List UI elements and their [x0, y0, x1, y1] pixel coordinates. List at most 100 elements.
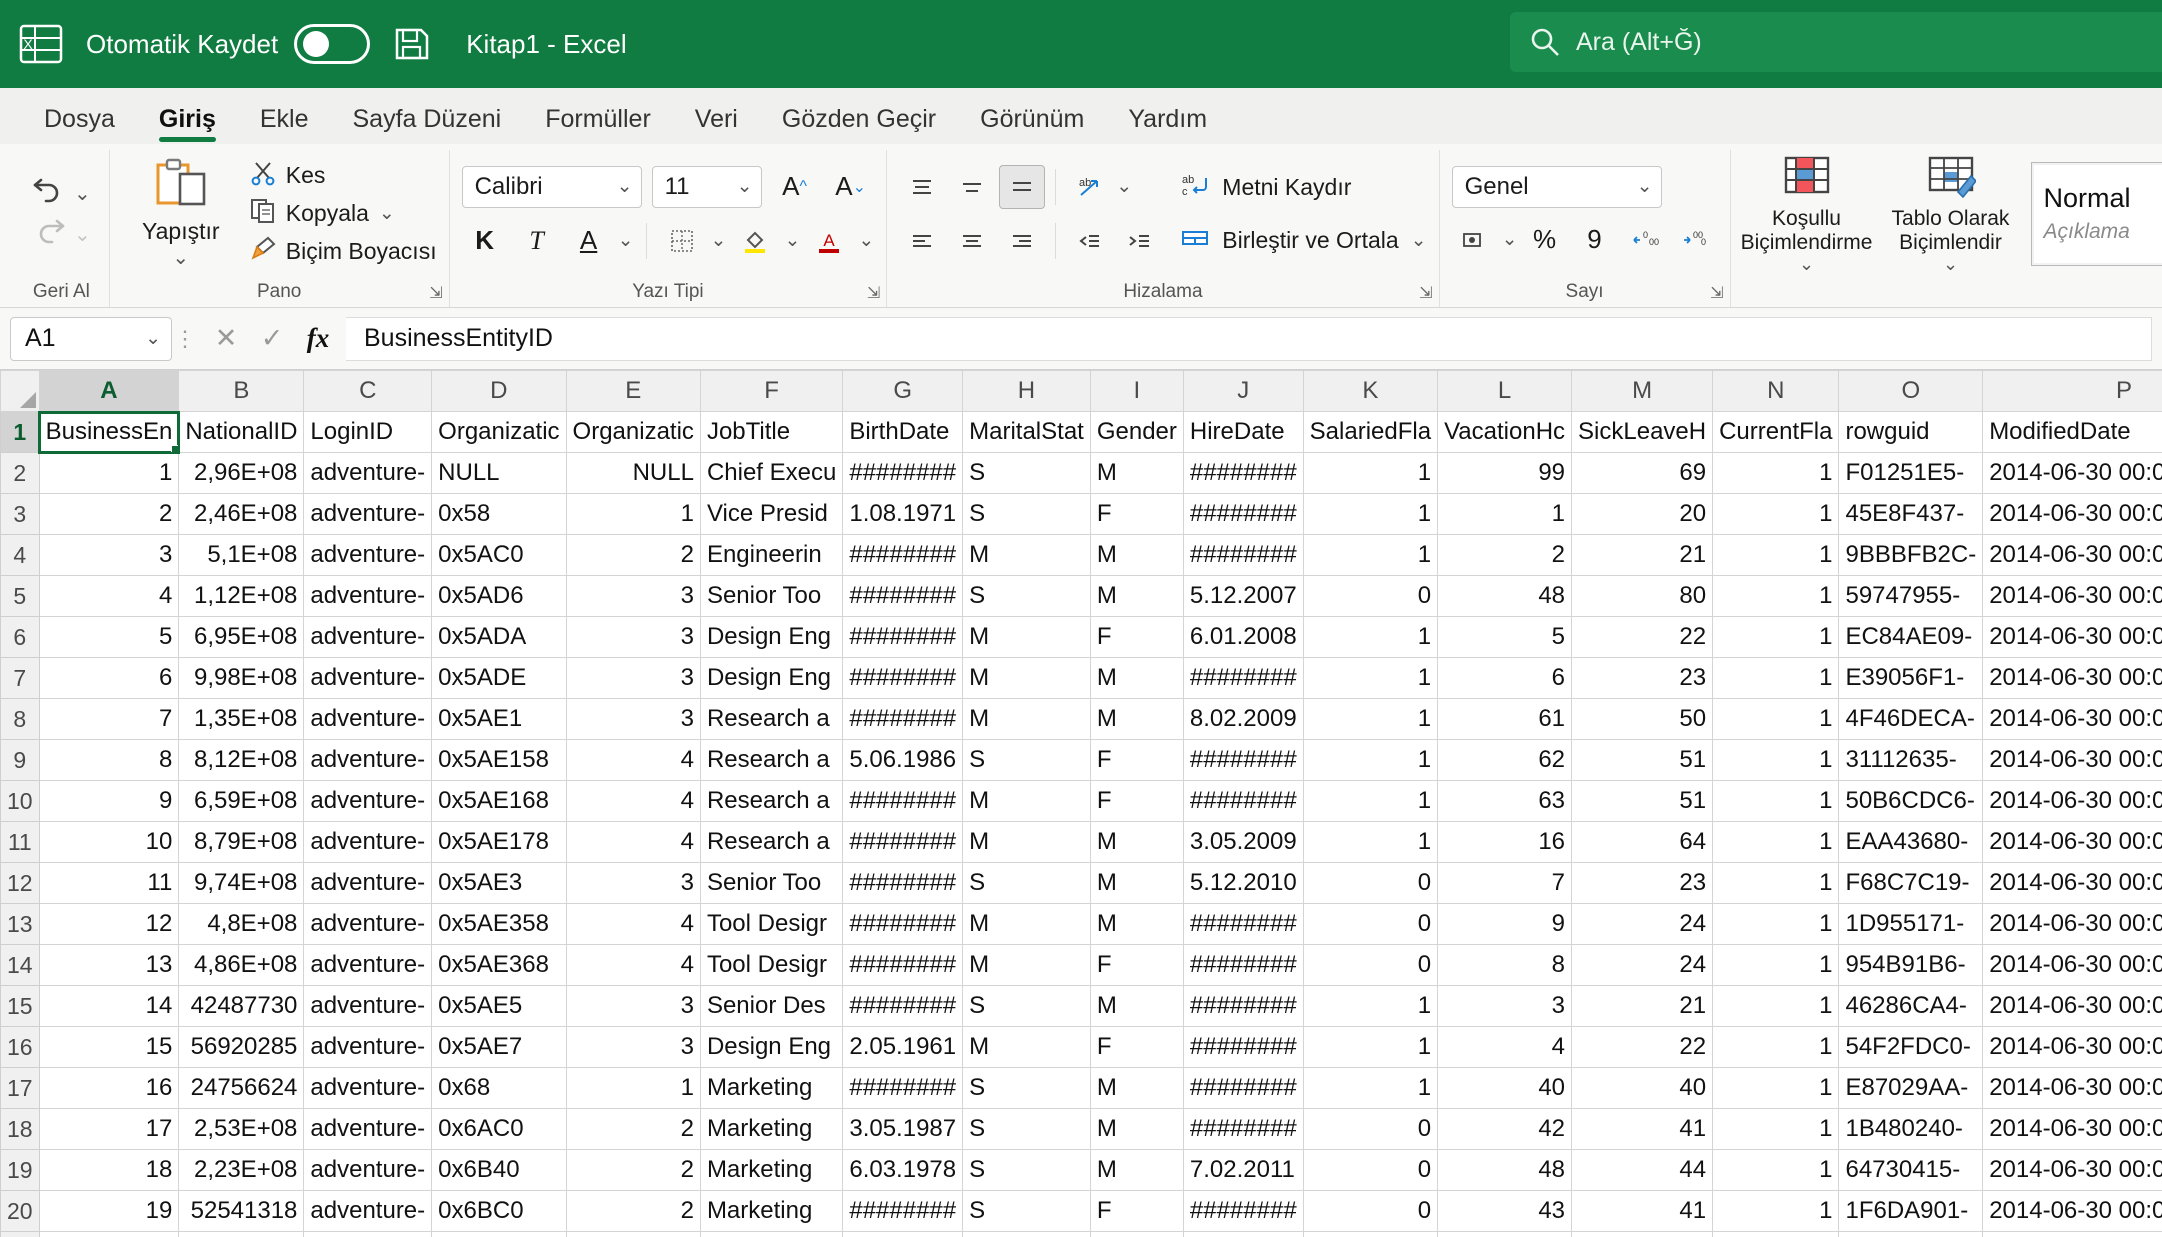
row-header-2[interactable]: 2 [0, 452, 40, 494]
undo-icon[interactable] [32, 176, 66, 211]
underline-button[interactable]: A [566, 219, 612, 263]
header-cell[interactable]: VacationHc [1437, 411, 1573, 453]
data-cell[interactable]: 15 [38, 1026, 180, 1068]
orientation-dropdown-icon[interactable]: ⌄ [1116, 175, 1132, 198]
italic-button[interactable]: T [514, 219, 560, 263]
data-cell[interactable]: 1,12E+08 [178, 575, 305, 617]
data-cell[interactable]: 19 [38, 1190, 180, 1232]
data-cell[interactable]: S [962, 862, 1091, 904]
header-cell[interactable]: NationalID [178, 411, 305, 453]
data-cell[interactable]: 9BBBFB2C- [1838, 534, 1984, 576]
data-cell[interactable]: Marketing [699, 1108, 844, 1150]
accounting-dropdown-icon[interactable]: ⌄ [1502, 228, 1518, 251]
data-cell[interactable]: 2014-06-30 00:00:00.000 [1982, 944, 2162, 986]
data-cell[interactable]: 5.12.2010 [1182, 862, 1304, 904]
data-cell[interactable]: 1 [1302, 452, 1439, 494]
data-cell[interactable]: Research a [699, 821, 844, 863]
data-cell[interactable]: 1 [1302, 821, 1439, 863]
align-middle-button[interactable] [949, 165, 995, 209]
copy-button[interactable]: Kopyala ⌄ [250, 198, 437, 230]
data-cell[interactable]: 2014-06-30 00:00:00.000 [1982, 1108, 2162, 1150]
data-cell[interactable]: 0x68 [431, 1067, 567, 1109]
data-cell[interactable]: M [1089, 1067, 1184, 1109]
data-cell[interactable]: 10 [38, 821, 180, 863]
data-cell[interactable]: 0 [1302, 944, 1439, 986]
table-row[interactable]: 18 17 2,53E+08 adventure- 0x6AC0 2 Marketing 3.… [0, 1108, 2162, 1150]
data-cell[interactable]: 1 [1712, 452, 1840, 494]
data-cell[interactable]: 4 [565, 821, 701, 863]
data-cell[interactable]: adventure- [303, 657, 433, 699]
data-cell[interactable]: Senior Too [699, 575, 844, 617]
data-cell[interactable]: Design Eng [699, 1026, 844, 1068]
data-cell[interactable]: 2014-06-30 00:00:00.000 [1982, 534, 2162, 576]
data-cell[interactable]: Research a [699, 698, 844, 740]
data-cell[interactable]: ######## [842, 903, 964, 945]
row-header-4[interactable]: 4 [0, 534, 40, 576]
table-row[interactable]: 16 15 56920285 adventure- 0x5AE7 3 Design Eng 2… [0, 1026, 2162, 1068]
data-cell[interactable]: Design Eng [699, 616, 844, 658]
data-cell[interactable]: 1 [1302, 780, 1439, 822]
data-cell[interactable]: adventure- [303, 903, 433, 945]
data-cell[interactable]: M [962, 944, 1091, 986]
confirm-entry-icon[interactable]: ✓ [254, 323, 290, 354]
data-cell[interactable]: 0 [1302, 903, 1439, 945]
data-cell[interactable]: 3,23E+08 [178, 1231, 305, 1237]
data-cell[interactable]: 6 [38, 657, 180, 699]
data-cell[interactable]: ######## [1182, 985, 1304, 1027]
row-header-14[interactable]: 14 [0, 944, 40, 986]
data-cell[interactable]: adventure- [303, 452, 433, 494]
data-cell[interactable]: 1 [1712, 821, 1840, 863]
data-cell[interactable]: adventure- [303, 862, 433, 904]
data-cell[interactable]: 1.08.1971 [842, 493, 964, 535]
data-cell[interactable]: 8,79E+08 [178, 821, 305, 863]
row-header-12[interactable]: 12 [0, 862, 40, 904]
font-color-dropdown-icon[interactable]: ⌄ [858, 229, 874, 252]
table-row[interactable]: 10 9 6,59E+08 adventure- 0x5AE168 4 Research a… [0, 780, 2162, 822]
data-cell[interactable]: M [962, 698, 1091, 740]
data-cell[interactable]: 62 [1437, 739, 1573, 781]
font-size-combo[interactable]: 11 ⌄ [651, 165, 762, 208]
orientation-button[interactable]: ab [1066, 165, 1112, 209]
data-cell[interactable]: S [962, 1067, 1091, 1109]
row-header-19[interactable]: 19 [0, 1149, 40, 1191]
cell-style-normal[interactable]: Normal Açıklama [2030, 161, 2162, 266]
data-cell[interactable]: 8.02.2009 [1182, 698, 1304, 740]
row-header-9[interactable]: 9 [0, 739, 40, 781]
data-cell[interactable]: 1F6DA901- [1838, 1190, 1984, 1232]
data-cell[interactable]: M [962, 534, 1091, 576]
data-cell[interactable]: 0 [1302, 1231, 1439, 1237]
data-cell[interactable]: 1 [1712, 1067, 1840, 1109]
data-cell[interactable]: adventure- [303, 575, 433, 617]
row-header-21[interactable]: 21 [0, 1231, 40, 1237]
data-cell[interactable]: ######## [842, 862, 964, 904]
data-cell[interactable]: 1 [1302, 739, 1439, 781]
data-cell[interactable]: Tool Desigr [699, 944, 844, 986]
data-cell[interactable]: 2,53E+08 [178, 1108, 305, 1150]
data-cell[interactable]: 4F46DECA- [1838, 698, 1984, 740]
data-cell[interactable]: 41 [1571, 1108, 1714, 1150]
row-header-18[interactable]: 18 [0, 1108, 40, 1150]
data-cell[interactable]: S [962, 493, 1091, 535]
data-cell[interactable]: ######## [1182, 944, 1304, 986]
data-cell[interactable]: adventure- [303, 985, 433, 1027]
data-cell[interactable]: 9 [1437, 903, 1573, 945]
tab-dosya[interactable]: Dosya [22, 105, 137, 144]
data-cell[interactable]: 99 [1437, 452, 1573, 494]
data-cell[interactable]: F [1089, 780, 1184, 822]
font-color-button[interactable]: A [806, 219, 852, 263]
data-cell[interactable]: 0x6AC0 [431, 1108, 567, 1150]
alignment-dialog-launcher-icon[interactable]: ⇲ [1419, 283, 1432, 303]
data-cell[interactable]: 0 [1302, 862, 1439, 904]
data-cell[interactable]: 2,23E+08 [178, 1149, 305, 1191]
data-cell[interactable]: 2014-06-30 00:00:00.000 [1982, 862, 2162, 904]
data-cell[interactable]: adventure- [303, 1149, 433, 1191]
data-cell[interactable]: 22 [1571, 616, 1714, 658]
data-cell[interactable]: S [962, 1149, 1091, 1191]
data-cell[interactable]: 2014-06-30 00:00:00.000 [1982, 739, 2162, 781]
data-cell[interactable]: M [1089, 903, 1184, 945]
row-header-11[interactable]: 11 [0, 821, 40, 863]
data-cell[interactable]: 0x5AE5 [431, 985, 567, 1027]
data-cell[interactable]: S [962, 1108, 1091, 1150]
data-cell[interactable]: adventure- [303, 780, 433, 822]
data-cell[interactable]: S [962, 1190, 1091, 1232]
